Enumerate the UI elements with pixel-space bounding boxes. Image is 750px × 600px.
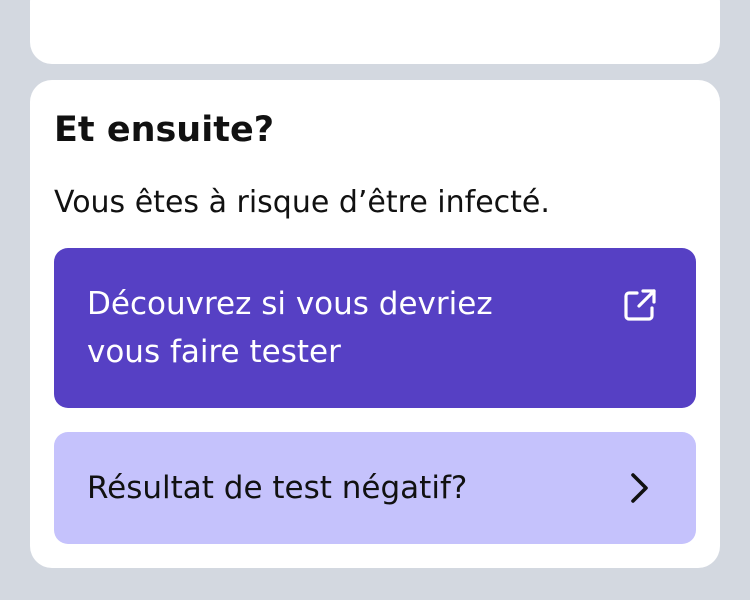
find-out-testing-button[interactable]: Découvrez si vous devriez vous faire tes… bbox=[54, 248, 696, 408]
section-heading: Et ensuite? bbox=[54, 110, 274, 150]
external-link-icon bbox=[620, 285, 660, 325]
find-out-testing-label: Découvrez si vous devriez vous faire tes… bbox=[87, 286, 493, 370]
chevron-right-icon bbox=[626, 470, 654, 506]
risk-description: Vous êtes à risque d’être infecté. bbox=[54, 185, 550, 220]
previous-card bbox=[30, 0, 720, 64]
negative-test-result-label: Résultat de test négatif? bbox=[87, 470, 468, 506]
negative-test-result-button[interactable]: Résultat de test négatif? bbox=[54, 432, 696, 544]
next-steps-card: Et ensuite? Vous êtes à risque d’être in… bbox=[30, 80, 720, 568]
